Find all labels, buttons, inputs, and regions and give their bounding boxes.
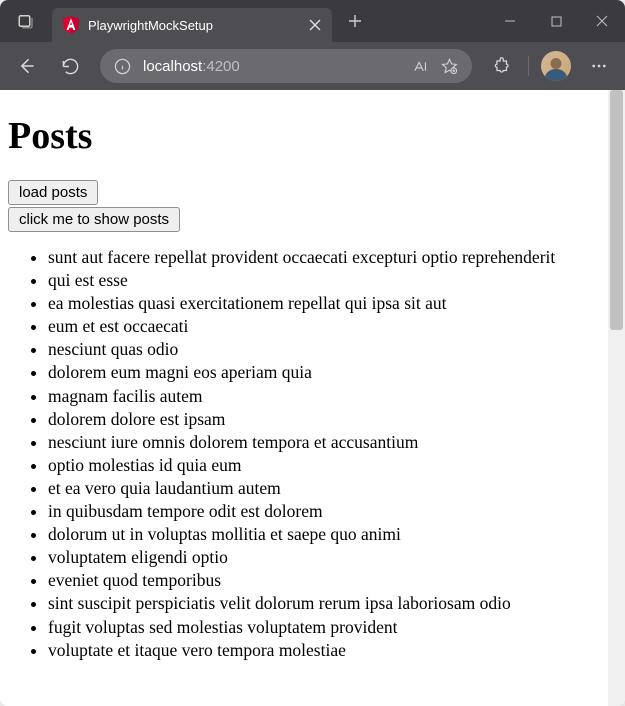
refresh-button[interactable] <box>50 47 90 85</box>
address-bar[interactable]: localhost:4200 <box>100 49 472 83</box>
back-button[interactable] <box>6 47 46 85</box>
post-item: et ea vero quia laudantium autem <box>48 477 600 500</box>
titlebar: PlaywrightMockSetup <box>0 0 625 42</box>
scrollbar-thumb[interactable] <box>610 90 623 330</box>
post-item: eum et est occaecati <box>48 315 600 338</box>
post-item: sint suscipit perspiciatis velit dolorum… <box>48 592 600 615</box>
url-port: :4200 <box>202 58 240 75</box>
post-item: nesciunt quas odio <box>48 338 600 361</box>
post-item: optio molestias id quia eum <box>48 454 600 477</box>
post-item: dolorum ut in voluptas mollitia et saepe… <box>48 523 600 546</box>
address-bar-actions <box>412 58 458 75</box>
post-item: voluptate et itaque vero tempora molesti… <box>48 639 600 662</box>
extensions-icon[interactable] <box>482 47 522 85</box>
favorites-icon[interactable] <box>441 58 458 75</box>
browser-toolbar: localhost:4200 <box>0 42 625 90</box>
page-content: Posts load posts click me to show posts … <box>0 90 608 706</box>
load-posts-button[interactable]: load posts <box>8 180 98 205</box>
post-item: in quibusdam tempore odit est dolorem <box>48 500 600 523</box>
angular-icon <box>62 16 80 34</box>
page-heading: Posts <box>8 114 600 158</box>
show-posts-button[interactable]: click me to show posts <box>8 207 180 232</box>
post-item: fugit voluptas sed molestias voluptatem … <box>48 616 600 639</box>
new-tab-button[interactable] <box>338 4 372 38</box>
post-item: dolorem eum magni eos aperiam quia <box>48 361 600 384</box>
post-item: qui est esse <box>48 269 600 292</box>
maximize-button[interactable] <box>533 0 579 42</box>
post-item: dolorem dolore est ipsam <box>48 408 600 431</box>
window-controls <box>487 0 625 42</box>
posts-list: sunt aut facere repellat provident occae… <box>8 246 600 662</box>
post-item: eveniet quod temporibus <box>48 569 600 592</box>
post-item: nesciunt iure omnis dolorem tempora et a… <box>48 431 600 454</box>
vertical-scrollbar[interactable] <box>608 90 625 706</box>
browser-window: PlaywrightMockSetup <box>0 0 625 706</box>
site-info-icon[interactable] <box>114 58 131 75</box>
minimize-button[interactable] <box>487 0 533 42</box>
post-item: magnam facilis autem <box>48 385 600 408</box>
toolbar-separator <box>528 56 529 76</box>
tab-title: PlaywrightMockSetup <box>88 18 298 33</box>
profile-avatar[interactable] <box>541 51 571 81</box>
url-text: localhost:4200 <box>143 58 400 75</box>
reader-mode-icon[interactable] <box>412 58 429 75</box>
post-item: sunt aut facere repellat provident occae… <box>48 246 600 269</box>
more-menu-icon[interactable] <box>579 47 619 85</box>
tab-actions-icon[interactable] <box>0 12 52 30</box>
browser-tab[interactable]: PlaywrightMockSetup <box>52 8 332 42</box>
viewport: Posts load posts click me to show posts … <box>0 90 625 706</box>
titlebar-left: PlaywrightMockSetup <box>0 0 487 42</box>
url-host: localhost <box>143 58 202 75</box>
toolbar-right <box>482 47 619 85</box>
close-tab-icon[interactable] <box>306 16 324 34</box>
close-window-button[interactable] <box>579 0 625 42</box>
post-item: voluptatem eligendi optio <box>48 546 600 569</box>
post-item: ea molestias quasi exercitationem repell… <box>48 292 600 315</box>
